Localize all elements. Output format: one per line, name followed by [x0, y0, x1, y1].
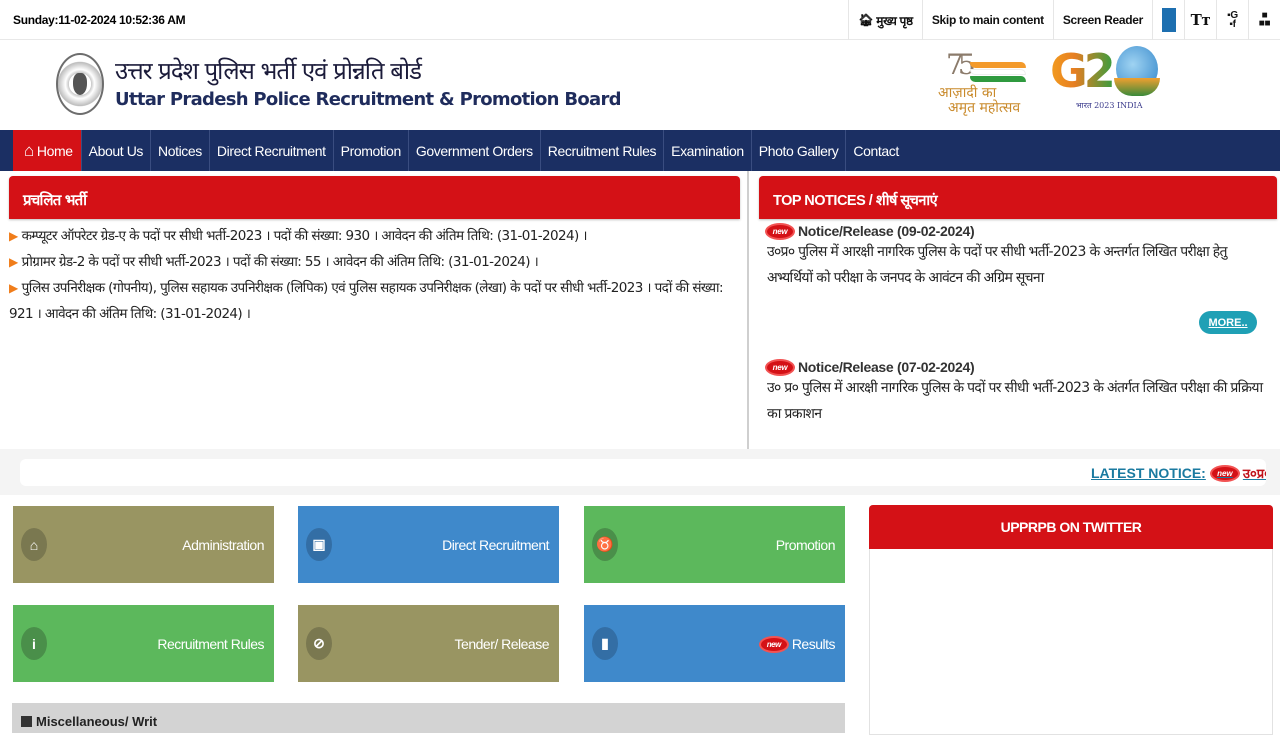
new-badge-icon: new [767, 224, 793, 238]
new-badge-icon: new [1211, 466, 1238, 480]
skip-to-main-content-link[interactable]: Skip to main content [921, 0, 1053, 40]
azadi-ka-amrit-mahotsav-logo: 75 आज़ादी का अमृत महोत्सव [938, 48, 1038, 116]
tile-administration[interactable]: ⌂ Administration [13, 506, 274, 583]
current-recruitment-panel: प्रचलित भर्ती ▶ कम्प्यूटर ऑपरेटर ग्रेड-ए … [0, 171, 749, 459]
latest-notice-text: उ०प्र० पु [1242, 467, 1266, 482]
text-size-icon: Tт [1190, 11, 1211, 29]
notice-text: उ० प्र० पुलिस में आरक्षी नागरिक पुलिस के… [767, 380, 1263, 422]
latest-notice-ticker[interactable]: LATEST NOTICE: new उ०प्र० पु [20, 459, 1266, 486]
tile-label: Direct Recruitment [442, 537, 549, 553]
top-notices-heading: TOP NOTICES / शीर्ष सूचनाएं [759, 176, 1277, 219]
nav-notices[interactable]: Notices [151, 130, 210, 171]
notice-text: उ०प्र० पुलिस में आरक्षी नागरिक पुलिस के … [767, 244, 1228, 286]
social-media-icon: ▪G ▪f [1227, 10, 1238, 30]
home-icon: 🏠︎ [858, 13, 874, 27]
arrow-right-icon: ▶ [9, 281, 18, 295]
more-button[interactable]: MORE.. [1199, 311, 1257, 334]
azadi-logo-line2: अमृत महोत्सव [948, 100, 1021, 116]
contact-book-icon: ▣ [306, 528, 332, 561]
current-recruitment-list: ▶ कम्प्यूटर ऑपरेटर ग्रेड-ए के पदों पर सीध… [9, 223, 744, 327]
latest-notice-band: LATEST NOTICE: new उ०प्र० पु [0, 449, 1280, 495]
bookmark-icon: ▮ [592, 627, 618, 660]
notice-item[interactable]: new Notice/Release (07-02-2024) उ० प्र० प… [767, 359, 1267, 427]
tricolor-flag-icon [970, 62, 1026, 82]
nav-recruitment-rules[interactable]: Recruitment Rules [541, 130, 665, 171]
top-notices-panel: TOP NOTICES / शीर्ष सूचनाएं new Notice/Re… [751, 171, 1280, 459]
notice-item[interactable]: new Notice/Release (09-02-2024) उ०प्र० पु… [767, 223, 1267, 291]
upprpb-emblem-logo[interactable] [56, 53, 104, 115]
latest-notice-label: LATEST NOTICE: [1091, 465, 1206, 481]
tile-label: Recruitment Rules [157, 636, 264, 652]
paperclip-icon: ⊘ [306, 627, 332, 660]
home-link[interactable]: 🏠︎ मुख्य पृष्ठ [848, 0, 922, 40]
tile-direct-recruitment[interactable]: ▣ Direct Recruitment [298, 506, 559, 583]
new-badge-icon: new [760, 637, 787, 651]
tile-label: Results [791, 636, 836, 652]
nav-contact[interactable]: Contact [846, 130, 905, 171]
g20-logo-subtitle: भारत 2023 INDIA [1076, 101, 1143, 110]
site-title-hindi: उत्तर प्रदेश पुलिस भर्ती एवं प्रोन्नति ब… [115, 57, 422, 85]
medal-icon: ♉ [592, 528, 618, 561]
social-media-button[interactable]: ▪G ▪f [1216, 0, 1248, 40]
lotus-icon [1114, 78, 1160, 96]
sitemap-icon: ■ ■■ [1258, 10, 1271, 29]
sitemap-button[interactable]: ■ ■■ [1248, 0, 1280, 40]
recruitment-item[interactable]: ▶ पुलिस उपनिरीक्षक (गोपनीय), पुलिस सहायक … [0, 275, 744, 327]
nav-home-label: Home [36, 142, 73, 159]
utility-links: 🏠︎ मुख्य पृष्ठ Skip to main content Scree… [848, 0, 1280, 40]
recruitment-item-text: प्रोग्रामर ग्रेड-2 के पदों पर सीधी भर्ती… [21, 254, 539, 270]
text-size-button[interactable]: Tт [1184, 0, 1216, 40]
home-icon: ⌂ [21, 528, 47, 561]
arrow-right-icon: ▶ [9, 229, 18, 243]
recruitment-item[interactable]: ▶ कम्प्यूटर ऑपरेटर ग्रेड-ए के पदों पर सीध… [9, 223, 744, 249]
home-link-label: मुख्य पृष्ठ [876, 13, 913, 28]
current-datetime: Sunday:11-02-2024 10:52:36 AM [13, 13, 186, 27]
twitter-feed-panel: UPPRPB ON TWITTER [869, 505, 1273, 735]
notice-title: Notice/Release (07-02-2024) [798, 359, 975, 375]
nav-photo-gallery[interactable]: Photo Gallery [752, 130, 847, 171]
twitter-heading: UPPRPB ON TWITTER [869, 505, 1273, 549]
tile-label: Tender/ Release [454, 636, 550, 652]
home-icon: ⌂ [24, 140, 34, 160]
nav-examination[interactable]: Examination [664, 130, 752, 171]
expand-icon [21, 716, 32, 727]
tile-promotion[interactable]: ♉ Promotion [584, 506, 845, 583]
top-utility-bar: Sunday:11-02-2024 10:52:36 AM 🏠︎ मुख्य पृ… [0, 0, 1280, 40]
recruitment-item-text: पुलिस उपनिरीक्षक (गोपनीय), पुलिस सहायक उ… [9, 280, 724, 322]
site-header: उत्तर प्रदेश पुलिस भर्ती एवं प्रोन्नति ब… [0, 40, 1280, 130]
contrast-toggle[interactable] [1152, 0, 1184, 40]
main-navigation: ⌂ Home About Us Notices Direct Recruitmen… [0, 130, 1280, 171]
person-icon: i [21, 627, 47, 660]
nav-direct-recruitment[interactable]: Direct Recruitment [210, 130, 334, 171]
tile-tender-release[interactable]: ⊘ Tender/ Release [298, 605, 559, 682]
current-recruitment-heading: प्रचलित भर्ती [9, 176, 740, 219]
g20-logo-text: G2 [1050, 44, 1116, 98]
nav-government-orders[interactable]: Government Orders [409, 130, 541, 171]
azadi-logo-number: 75 [946, 48, 976, 81]
misc-label: Miscellaneous/ Writ [36, 714, 158, 729]
nav-home[interactable]: ⌂ Home [13, 130, 82, 171]
site-title-english: Uttar Pradesh Police Recruitment & Promo… [115, 89, 622, 110]
tile-label-wrap: new Results [760, 636, 836, 652]
recruitment-item-text: कम्प्यूटर ऑपरेटर ग्रेड-ए के पदों पर सीधी… [21, 228, 588, 244]
nav-about-us[interactable]: About Us [82, 130, 152, 171]
latest-notice-link[interactable]: LATEST NOTICE: new उ०प्र० पु [1091, 464, 1266, 482]
contrast-swatch-icon [1161, 8, 1176, 32]
screen-reader-link[interactable]: Screen Reader [1052, 0, 1152, 40]
tile-results[interactable]: ▮ new Results [584, 605, 845, 682]
tile-recruitment-rules[interactable]: i Recruitment Rules [13, 605, 274, 682]
notice-title: Notice/Release (09-02-2024) [798, 223, 975, 239]
tile-label: Promotion [775, 537, 836, 553]
new-badge-icon: new [767, 360, 793, 374]
recruitment-item[interactable]: ▶ प्रोग्रामर ग्रेड-2 के पदों पर सीधी भर्त… [9, 249, 744, 275]
g20-logo: G2 भारत 2023 INDIA [1050, 44, 1162, 116]
miscellaneous-writ-section[interactable]: Miscellaneous/ Writ [12, 703, 845, 733]
arrow-right-icon: ▶ [9, 255, 18, 269]
tile-label: Administration [182, 537, 264, 553]
nav-promotion[interactable]: Promotion [334, 130, 409, 171]
